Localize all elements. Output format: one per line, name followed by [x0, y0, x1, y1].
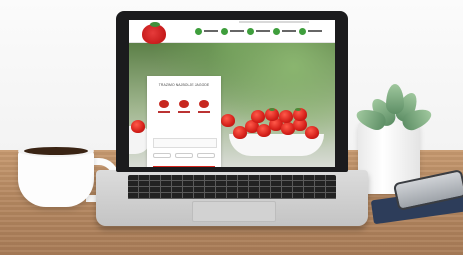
coffee [24, 147, 88, 155]
option-label [158, 111, 170, 113]
strawberry-stem [269, 108, 275, 111]
nav-icon [221, 27, 228, 35]
nav-item[interactable] [299, 25, 322, 37]
logo-leaf [150, 22, 160, 27]
nav-icon [247, 27, 254, 35]
hero-image: TRAŻIMO NAJBOLJE JAGODE [129, 42, 335, 167]
strawberry-option-3[interactable] [199, 100, 209, 108]
search-button[interactable] [153, 166, 215, 167]
radio-option[interactable] [175, 153, 193, 158]
strawberry-logo[interactable] [142, 24, 166, 44]
nav-label [230, 30, 244, 32]
nav-icon [273, 27, 280, 35]
strawberry [251, 110, 265, 123]
strawberry [221, 114, 235, 127]
strawberry [305, 126, 319, 139]
main-nav [195, 25, 333, 37]
radio-option[interactable] [197, 153, 215, 158]
nav-icon [299, 27, 306, 35]
radio-option[interactable] [153, 153, 171, 158]
nav-item[interactable] [221, 25, 244, 37]
card-title: TRAŻIMO NAJBOLJE JAGODE [158, 83, 210, 87]
nav-icon [195, 27, 202, 35]
coffee-mug [18, 149, 94, 207]
strawberry-option-1[interactable] [159, 100, 169, 108]
nav-item[interactable] [195, 25, 218, 37]
nav-label [282, 30, 296, 32]
top-links [239, 21, 309, 23]
location-field[interactable] [153, 138, 217, 148]
nav-item[interactable] [247, 25, 270, 37]
desk-scene: TRAŻIMO NAJBOLJE JAGODE [0, 0, 463, 255]
nav-label [308, 30, 322, 32]
option-label [198, 111, 210, 113]
search-card: TRAŻIMO NAJBOLJE JAGODE [147, 76, 221, 167]
strawberry-option-2[interactable] [179, 100, 189, 108]
strawberry [131, 120, 145, 133]
radio-row [153, 153, 215, 158]
strawberry-stem [295, 108, 301, 111]
option-label [178, 111, 190, 113]
nav-item[interactable] [273, 25, 296, 37]
laptop-touchpad [192, 201, 276, 222]
nav-label [256, 30, 270, 32]
laptop-screen: TRAŻIMO NAJBOLJE JAGODE [129, 20, 335, 167]
laptop-keyboard [128, 175, 336, 199]
nav-label [204, 30, 218, 32]
site-header [129, 20, 335, 44]
strawberry [279, 110, 293, 123]
